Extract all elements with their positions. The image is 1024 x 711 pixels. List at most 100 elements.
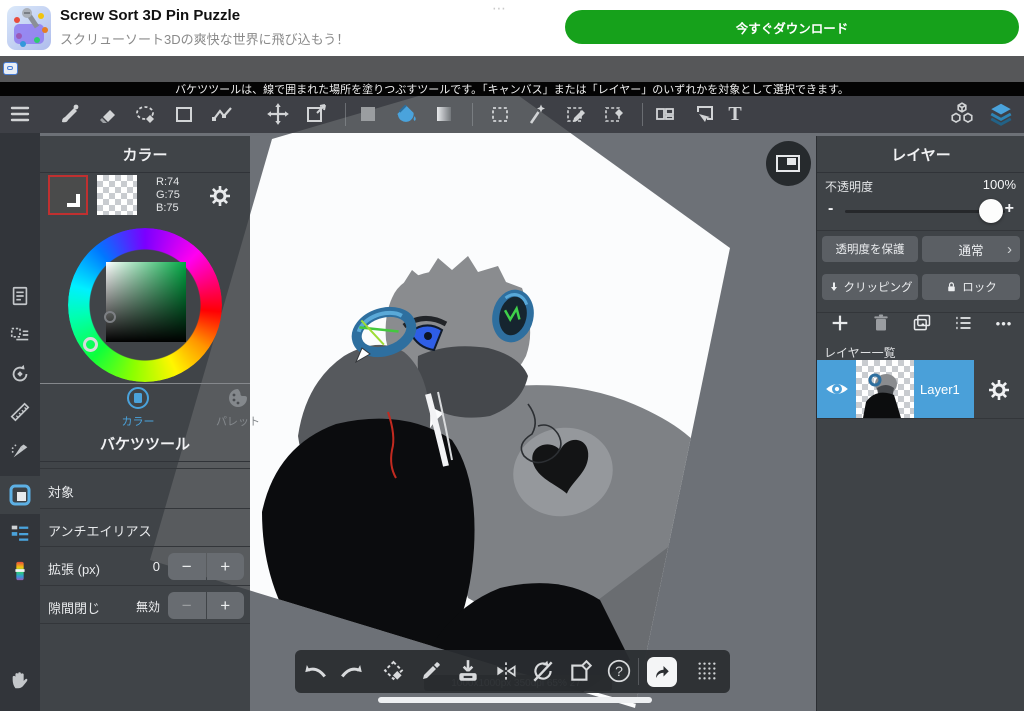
chevron-right-icon: › bbox=[1007, 241, 1012, 258]
quick-export-button[interactable] bbox=[647, 657, 677, 687]
airbrush-icon[interactable] bbox=[0, 431, 40, 469]
left-panel: カラー R:74 G:75 B:75 カラー パレット バケツツール 対象 キャ… bbox=[40, 136, 250, 711]
opacity-value: 100% bbox=[983, 177, 1016, 192]
opacity-plus[interactable]: + bbox=[1005, 200, 1014, 218]
horizontal-scrollbar[interactable] bbox=[378, 697, 652, 703]
gap-plus-button[interactable]: + bbox=[207, 592, 245, 619]
hue-selector-dot[interactable] bbox=[83, 337, 98, 352]
layer-list-icon[interactable] bbox=[946, 306, 980, 340]
gradient-tool-icon[interactable] bbox=[426, 96, 462, 132]
lasso-eraser-tool-icon[interactable] bbox=[128, 96, 164, 132]
tab-color[interactable]: カラー bbox=[103, 386, 173, 429]
layer-list-label: レイヤー一覧 bbox=[824, 344, 896, 361]
undo-icon[interactable] bbox=[297, 653, 333, 689]
antialias-label: アンチエイリアス bbox=[48, 521, 151, 540]
move-tool-icon[interactable] bbox=[260, 96, 296, 132]
left-rail bbox=[0, 133, 40, 711]
more-icon[interactable]: ••• bbox=[987, 306, 1021, 340]
help-icon[interactable]: ? bbox=[601, 653, 637, 689]
redo-icon[interactable] bbox=[334, 653, 370, 689]
rotate-reset-icon[interactable] bbox=[0, 355, 40, 393]
saturation-value-square[interactable] bbox=[106, 262, 186, 342]
text-tool-icon[interactable]: T bbox=[717, 96, 753, 132]
select-eraser-tool-icon[interactable] bbox=[596, 96, 632, 132]
ad-banner[interactable]: Screw Sort 3D Pin Puzzle スクリューソート3Dの爽快な世… bbox=[0, 0, 1024, 56]
layer-settings-gear-icon[interactable] bbox=[987, 378, 1011, 402]
expand-label: 拡張 (px) bbox=[48, 559, 100, 578]
layer-visibility-eye-icon[interactable] bbox=[817, 376, 856, 402]
material-3d-icon[interactable] bbox=[944, 96, 980, 132]
navigator-button[interactable] bbox=[766, 141, 811, 186]
ruler-icon[interactable] bbox=[0, 393, 40, 431]
add-layer-icon[interactable] bbox=[823, 306, 857, 340]
svg-text:?: ? bbox=[615, 663, 623, 679]
ad-options-icon[interactable]: ⋯ bbox=[492, 0, 508, 17]
layer-name: Layer1 bbox=[920, 382, 960, 397]
eraser-tool-icon[interactable] bbox=[90, 96, 126, 132]
clipping-button[interactable]: クリッピング bbox=[822, 274, 918, 300]
select-options-icon[interactable] bbox=[0, 316, 40, 354]
ad-subtitle: スクリューソート3Dの爽快な世界に飛び込もう！ bbox=[60, 29, 349, 48]
transform-tool-icon[interactable] bbox=[298, 96, 334, 132]
note-properties-icon[interactable] bbox=[0, 277, 40, 315]
delete-layer-icon[interactable] bbox=[864, 306, 898, 340]
layer-thumbnail[interactable] bbox=[856, 360, 914, 418]
rotate-disabled-icon[interactable] bbox=[525, 653, 561, 689]
tool-list-icon[interactable] bbox=[0, 514, 40, 552]
gap-close-row: 隙間閉じ 無効 − + bbox=[40, 585, 250, 623]
gap-close-value: 無効 bbox=[136, 598, 160, 615]
select-pen-tool-icon[interactable] bbox=[558, 96, 594, 132]
select-rect-tool-icon[interactable] bbox=[482, 96, 518, 132]
current-color-swatch[interactable] bbox=[48, 175, 88, 215]
expand-plus-button[interactable]: + bbox=[207, 553, 245, 580]
menu-icon[interactable] bbox=[2, 96, 38, 132]
eyedropper-icon[interactable] bbox=[413, 653, 449, 689]
color-settings-gear-icon[interactable] bbox=[208, 184, 232, 208]
tab-palette[interactable]: パレット bbox=[203, 386, 273, 429]
color-window-icon[interactable] bbox=[0, 476, 40, 514]
antialias-row: アンチエイリアス bbox=[40, 508, 250, 546]
brush-tool-icon[interactable] bbox=[52, 96, 88, 132]
main-toolbar: T bbox=[0, 96, 1024, 133]
protect-alpha-button[interactable]: 透明度を保護 bbox=[822, 236, 918, 262]
layers-panel-icon[interactable] bbox=[983, 96, 1019, 132]
gap-minus-button[interactable]: − bbox=[168, 592, 206, 619]
polyline-tool-icon[interactable] bbox=[204, 96, 240, 132]
palette-bar-icon[interactable] bbox=[0, 552, 40, 590]
opacity-slider-knob[interactable] bbox=[979, 199, 1003, 223]
blend-mode-button[interactable]: 通常 › bbox=[922, 236, 1020, 262]
ad-title: Screw Sort 3D Pin Puzzle bbox=[60, 7, 240, 24]
eyedropper-icon[interactable] bbox=[0, 701, 40, 711]
color-panel-title: カラー bbox=[40, 136, 250, 173]
fill-rect-tool-icon[interactable] bbox=[350, 96, 386, 132]
clear-layer-icon[interactable] bbox=[563, 653, 599, 689]
duplicate-layer-icon[interactable] bbox=[905, 306, 939, 340]
bucket-tool-icon[interactable] bbox=[388, 96, 424, 132]
lock-button[interactable]: ロック bbox=[922, 274, 1020, 300]
bucket-target-row: 対象 キャンバス レイヤー bbox=[40, 468, 250, 508]
hand-tool-icon[interactable] bbox=[0, 661, 40, 699]
frame-divider-tool-icon[interactable] bbox=[647, 96, 683, 132]
layer-row[interactable]: Layer1 bbox=[817, 360, 974, 418]
picture-in-picture-badge-icon[interactable] bbox=[3, 62, 18, 75]
opacity-minus[interactable]: - bbox=[828, 200, 833, 218]
transparent-color-swatch[interactable] bbox=[97, 175, 137, 215]
tooltip-bar: バケツツールは、線で囲まれた場所を塗りつぶすツールです。「キャンバス」または「レ… bbox=[0, 82, 1024, 96]
layer-panel: レイヤー 不透明度 100% - + 透明度を保護 通常 › クリッピング ロッ… bbox=[816, 136, 1024, 711]
flip-horizontal-icon[interactable] bbox=[488, 653, 524, 689]
save-icon[interactable] bbox=[450, 653, 486, 689]
ad-app-icon[interactable] bbox=[7, 6, 51, 50]
lock-icon bbox=[945, 281, 958, 294]
grid-menu-icon[interactable] bbox=[689, 653, 725, 689]
target-label: 対象 bbox=[48, 482, 74, 501]
sv-selector-dot[interactable] bbox=[104, 311, 116, 323]
bucket-panel-title: バケツツール bbox=[40, 425, 250, 462]
ad-download-button[interactable]: 今すぐダウンロード bbox=[565, 10, 1019, 44]
expand-value: 0 bbox=[153, 559, 160, 574]
transform-selection-icon[interactable] bbox=[376, 653, 412, 689]
rgb-readout: R:74 G:75 B:75 bbox=[156, 176, 180, 215]
expand-minus-button[interactable]: − bbox=[168, 553, 206, 580]
magic-wand-tool-icon[interactable] bbox=[520, 96, 556, 132]
bottom-toolbar: ? bbox=[295, 650, 730, 693]
shape-tool-icon[interactable] bbox=[166, 96, 202, 132]
